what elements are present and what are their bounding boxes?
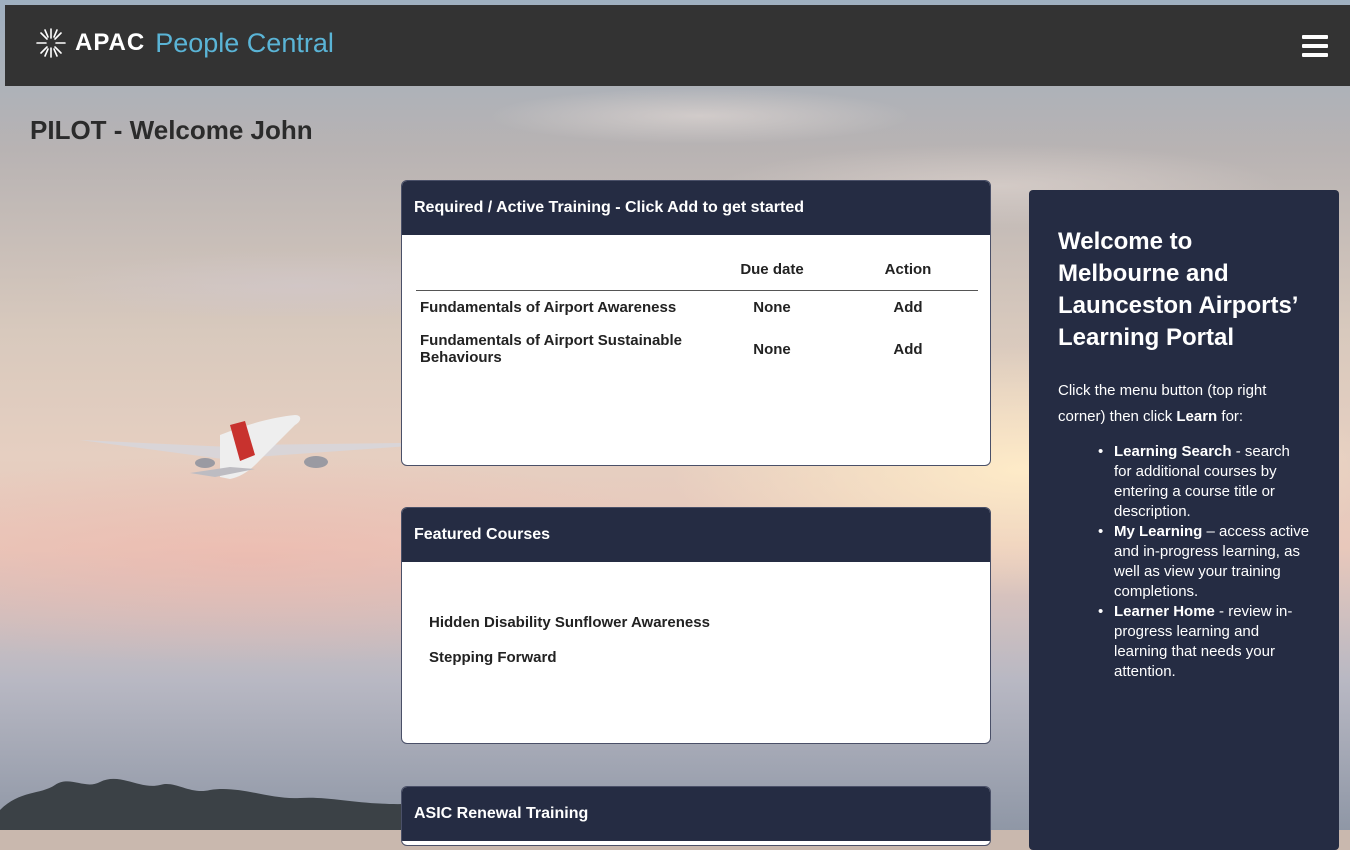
add-course-button[interactable]: Add: [838, 291, 978, 325]
sidebar-intro: Click the menu button (top right corner)…: [1058, 378, 1311, 430]
column-header-action: Action: [838, 253, 978, 291]
featured-courses-heading: Featured Courses: [402, 508, 990, 562]
required-training-panel: Required / Active Training - Click Add t…: [401, 180, 991, 466]
sparkle-logo-icon: [36, 28, 66, 58]
due-date: None: [753, 340, 791, 358]
asic-renewal-heading: ASIC Renewal Training: [402, 787, 990, 841]
required-training-heading: Required / Active Training - Click Add t…: [402, 181, 990, 235]
hamburger-menu-icon[interactable]: [1302, 35, 1328, 57]
top-navbar: APAC People Central: [5, 5, 1350, 86]
featured-courses-list: Hidden Disability Sunflower Awareness St…: [429, 614, 710, 684]
table-row: Fundamentals of Airport Sustainable Beha…: [416, 324, 978, 374]
sidebar-list: Learning Search - search for additional …: [1058, 442, 1311, 682]
table-row: Fundamentals of Airport Awareness None A…: [416, 291, 978, 325]
menu-bar: [1302, 53, 1328, 57]
intro-learn-label: Learn: [1176, 408, 1218, 425]
featured-courses-panel: Featured Courses Hidden Disability Sunfl…: [401, 507, 991, 744]
airplane-image: [80, 415, 410, 479]
asic-renewal-panel: ASIC Renewal Training: [401, 786, 991, 846]
list-item: My Learning – access active and in-progr…: [1058, 522, 1311, 602]
add-course-button[interactable]: Add: [838, 324, 978, 374]
course-name: Fundamentals of Airport Sustainable Beha…: [420, 332, 682, 366]
list-item: Learner Home - review in-progress learni…: [1058, 602, 1311, 682]
list-item-title: My Learning: [1114, 523, 1203, 540]
table-header-row: Due date Action: [416, 253, 978, 291]
column-header-course: [416, 253, 706, 291]
page-title: PILOT - Welcome John: [30, 115, 313, 145]
course-name: Fundamentals of Airport Awareness: [420, 299, 677, 316]
menu-bar: [1302, 44, 1328, 48]
logo-product-text: People Central: [155, 27, 334, 58]
logo[interactable]: APAC People Central: [35, 27, 334, 59]
featured-course-link[interactable]: Stepping Forward: [429, 649, 710, 666]
list-item: Learning Search - search for additional …: [1058, 442, 1311, 522]
due-date: None: [753, 299, 791, 316]
list-item-title: Learner Home: [1114, 603, 1215, 620]
logo-brand-text: APAC: [75, 29, 146, 56]
treeline-image: [0, 778, 405, 830]
column-header-due-date: Due date: [706, 253, 838, 291]
list-item-title: Learning Search: [1114, 443, 1232, 460]
training-table: Due date Action Fundamentals of Airport …: [416, 253, 978, 374]
welcome-sidebar: Welcome to Melbourne and Launceston Airp…: [1029, 190, 1339, 850]
sidebar-title: Welcome to Melbourne and Launceston Airp…: [1058, 228, 1298, 351]
featured-course-link[interactable]: Hidden Disability Sunflower Awareness: [429, 614, 710, 631]
intro-text-end: for:: [1217, 408, 1244, 425]
menu-bar: [1302, 35, 1328, 39]
